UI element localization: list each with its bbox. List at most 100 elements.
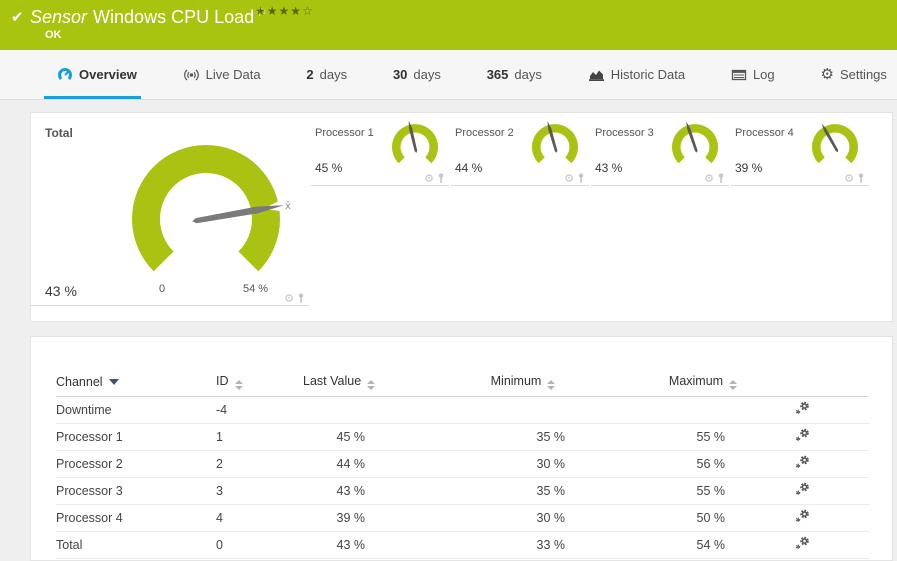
pin-icon[interactable] [437, 173, 445, 184]
channel-name: Total [56, 531, 216, 559]
gauge-value: 43 % [595, 161, 623, 175]
channel-id: 1 [216, 423, 303, 451]
tab-historic-data[interactable]: Historic Data [588, 50, 685, 99]
tab-bar: Overview Live Data 2 days 30 days 365 da… [0, 50, 897, 100]
average-marker: x̄ [285, 201, 291, 212]
tab-2-days[interactable]: 2 days [306, 50, 347, 99]
tab-settings[interactable]: ⚙ Settings [820, 50, 886, 99]
status-badge: OK [45, 29, 62, 41]
gauge-cell-processor-2: Processor 2 44 % ⚙ [451, 113, 589, 186]
channel-settings-icon[interactable] [795, 428, 810, 445]
gauge-value: 44 % [455, 161, 483, 175]
processor-4-gauge [812, 123, 858, 164]
table-header-row: Channel ID Last Value Minimum Maximum [56, 369, 869, 397]
channel-maximum: 56 % [623, 450, 783, 478]
pin-icon[interactable] [577, 173, 585, 184]
channel-name: Processor 3 [56, 477, 216, 505]
gear-icon: ⚙ [820, 65, 834, 83]
channel-id: 4 [216, 504, 303, 532]
tab-number: 365 [486, 67, 509, 82]
tab-365-days[interactable]: 365 days [487, 50, 542, 99]
tab-live-data[interactable]: Live Data [183, 50, 261, 99]
channel-name: Processor 2 [56, 450, 216, 478]
sensor-title-line: Sensor Windows CPU Load ⚐ [30, 6, 267, 28]
channel-name: Processor 4 [56, 504, 216, 532]
table-row: Processor 2 2 44 % 30 % 56 % [56, 450, 869, 478]
channel-settings-icon[interactable] [795, 401, 810, 418]
pin-icon[interactable] [297, 293, 305, 304]
channel-minimum: 30 % [423, 504, 623, 532]
sensor-header-bar: ✔ Sensor Windows CPU Load ⚐ ★★★★☆ OK [0, 0, 897, 50]
tab-label: days [413, 67, 441, 82]
gauge-title: Processor 2 [455, 127, 514, 139]
channel-settings-icon[interactable] [795, 536, 810, 553]
channel-maximum: 50 % [623, 504, 783, 532]
channel-maximum: 55 % [623, 477, 783, 505]
gauges-panel: Total x̄ 0 54 % 43 % ⚙ Processor 1 45 % … [30, 112, 893, 322]
channel-table-panel: Channel ID Last Value Minimum Maximum Do… [30, 336, 893, 561]
gauge-cell-processor-4: Processor 4 39 % ⚙ [731, 113, 869, 186]
sensor-kind-label: Sensor [30, 7, 88, 27]
gauge-title: Processor 4 [735, 127, 794, 139]
tab-label: days [514, 67, 542, 82]
channel-settings-icon[interactable] [795, 509, 810, 526]
sort-icon [547, 380, 556, 391]
gauge-value: 45 % [315, 161, 343, 175]
tab-30-days[interactable]: 30 days [393, 50, 441, 99]
sort-desc-icon [108, 379, 119, 386]
table-row: Downtime -4 [56, 396, 869, 424]
tab-label: Overview [79, 67, 137, 82]
tab-log[interactable]: Log [731, 50, 775, 99]
log-icon [731, 69, 747, 80]
column-header-actions [783, 369, 869, 397]
tab-label: Log [752, 67, 775, 82]
tab-label: Settings [839, 67, 887, 82]
channel-name: Processor 1 [56, 423, 216, 451]
column-header-maximum[interactable]: Maximum [623, 369, 783, 397]
channel-id: -4 [216, 396, 303, 424]
channel-maximum: 55 % [623, 423, 783, 451]
column-header-last-value[interactable]: Last Value [303, 369, 423, 397]
pin-icon[interactable] [717, 173, 725, 184]
tab-overview[interactable]: Overview [44, 50, 141, 99]
area-chart-icon [588, 70, 604, 81]
channel-settings-icon[interactable] [795, 482, 810, 499]
column-header-channel[interactable]: Channel [56, 369, 216, 397]
gauge-settings-icon[interactable]: ⚙ [564, 173, 574, 184]
gauge-settings-icon[interactable]: ⚙ [704, 173, 714, 184]
channel-name: Downtime [56, 396, 216, 424]
channel-maximum [623, 396, 783, 424]
tab-label: Historic Data [610, 67, 686, 82]
gauge-settings-icon[interactable]: ⚙ [844, 173, 854, 184]
gauge-cell-total: Total x̄ 0 54 % 43 % ⚙ [31, 113, 309, 306]
gauge-title: Processor 1 [315, 127, 374, 139]
status-check-icon: ✔ [11, 8, 24, 26]
gauge-settings-icon[interactable]: ⚙ [424, 173, 434, 184]
gauge-settings-icon[interactable]: ⚙ [284, 293, 294, 304]
channel-id: 0 [216, 531, 303, 559]
priority-stars[interactable]: ★★★★☆ [255, 4, 314, 18]
channel-last-value: 43 % [303, 531, 423, 559]
tab-label: days [319, 67, 348, 82]
sort-icon [234, 380, 243, 391]
channel-settings-icon[interactable] [795, 455, 810, 472]
sort-icon [729, 380, 738, 391]
column-header-id[interactable]: ID [216, 369, 303, 397]
gauge-value: 43 % [45, 283, 77, 299]
channel-last-value: 39 % [303, 504, 423, 532]
channel-table: Channel ID Last Value Minimum Maximum Do… [56, 369, 869, 559]
channel-minimum: 33 % [423, 531, 623, 559]
column-header-minimum[interactable]: Minimum [423, 369, 623, 397]
processor-3-gauge [672, 121, 718, 164]
gauge-scale-max: 54 % [243, 283, 269, 295]
channel-minimum: 30 % [423, 450, 623, 478]
broadcast-icon [183, 69, 199, 80]
table-row: Processor 3 3 43 % 35 % 55 % [56, 477, 869, 505]
sort-icon [367, 380, 376, 391]
gauge-title: Total [45, 126, 73, 140]
total-gauge: x̄ [132, 144, 291, 272]
channel-id: 3 [216, 477, 303, 505]
pin-icon[interactable] [857, 173, 865, 184]
table-row: Processor 1 1 45 % 35 % 55 % [56, 423, 869, 451]
gauge-cell-processor-1: Processor 1 45 % ⚙ [311, 113, 449, 186]
